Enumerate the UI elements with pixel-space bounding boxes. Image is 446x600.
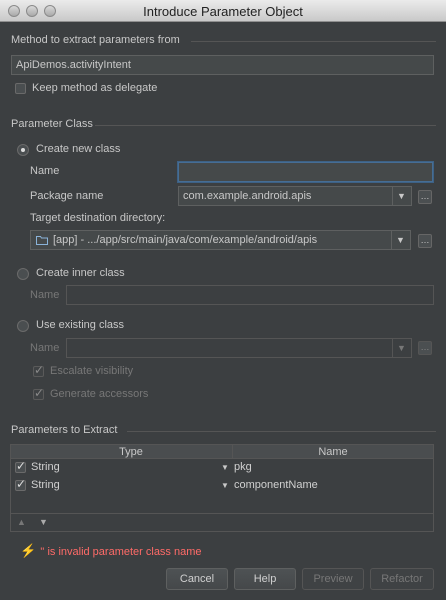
existing-class-name-label: Name <box>30 342 60 354</box>
generate-accessors-checkbox[interactable] <box>33 386 44 400</box>
separator <box>127 431 436 432</box>
method-section-header: Method to extract parameters from <box>11 34 436 48</box>
inner-class-name-label: Name <box>30 289 60 301</box>
params-section-label: Parameters to Extract <box>11 424 118 436</box>
chevron-down-icon[interactable]: ▼ <box>391 231 409 249</box>
row-name: pkg <box>234 461 252 473</box>
help-button[interactable]: Help <box>234 568 296 590</box>
package-name-label: Package name <box>30 190 104 202</box>
param-class-section-label: Parameter Class <box>11 118 93 130</box>
browse-existing-class-button[interactable]: … <box>418 341 432 355</box>
target-directory-label: Target destination directory: <box>30 212 166 224</box>
preview-button[interactable]: Preview <box>302 568 364 590</box>
browse-package-button[interactable]: … <box>418 190 432 204</box>
browse-directory-button[interactable]: … <box>418 234 432 248</box>
create-new-class-label: Create new class <box>36 143 121 155</box>
target-directory-combo[interactable]: [app] - .../app/src/main/java/com/exampl… <box>30 230 411 250</box>
table-toolbar: ▲ ▼ <box>11 513 433 531</box>
lightning-icon: ⚡ <box>20 543 37 558</box>
parameters-table: Type Name String ▼ pkg String ▼ componen… <box>10 444 434 532</box>
new-class-name-label: Name <box>30 165 60 177</box>
keep-delegate-label: Keep method as delegate <box>32 82 158 94</box>
move-up-icon[interactable]: ▲ <box>17 517 26 527</box>
column-header-name[interactable]: Name <box>233 445 433 459</box>
method-section-label: Method to extract parameters from <box>11 34 180 46</box>
new-class-name-input[interactable] <box>178 162 433 182</box>
escalate-visibility-label: Escalate visibility <box>50 365 134 377</box>
package-name-combo[interactable]: com.example.android.apis ▼ <box>178 186 412 206</box>
table-row[interactable]: String ▼ pkg <box>11 459 433 476</box>
validation-error: ⚡ '' is invalid parameter class name <box>20 543 202 559</box>
use-existing-class-label: Use existing class <box>36 319 125 331</box>
params-section-header: Parameters to Extract <box>11 424 436 438</box>
table-row[interactable]: String ▼ componentName <box>11 477 433 494</box>
row-include-checkbox[interactable] <box>15 459 26 473</box>
use-existing-class-radio[interactable] <box>17 320 29 332</box>
inner-class-name-input[interactable] <box>66 285 434 305</box>
refactor-button[interactable]: Refactor <box>370 568 434 590</box>
cancel-button[interactable]: Cancel <box>166 568 228 590</box>
chevron-down-icon[interactable]: ▼ <box>392 339 410 357</box>
separator <box>191 41 436 42</box>
target-directory-value: [app] - .../app/src/main/java/com/exampl… <box>53 234 318 246</box>
window-title: Introduce Parameter Object <box>143 4 303 19</box>
create-inner-class-radio[interactable] <box>17 268 29 280</box>
row-include-checkbox[interactable] <box>15 477 26 491</box>
chevron-down-icon[interactable]: ▼ <box>221 459 229 476</box>
table-header: Type Name <box>11 445 433 459</box>
existing-class-name-combo[interactable]: ▼ <box>66 338 412 358</box>
folder-icon <box>36 236 48 245</box>
package-name-value: com.example.android.apis <box>183 190 312 202</box>
keep-delegate-checkbox[interactable] <box>15 83 26 94</box>
chevron-down-icon[interactable]: ▼ <box>392 187 410 205</box>
row-type: String <box>31 461 60 473</box>
create-inner-class-label: Create inner class <box>36 267 125 279</box>
validation-error-text: '' is invalid parameter class name <box>40 546 202 558</box>
escalate-visibility-checkbox[interactable] <box>33 363 44 377</box>
method-field[interactable]: ApiDemos.activityIntent <box>11 55 434 75</box>
column-header-type[interactable]: Type <box>31 445 231 459</box>
row-name: componentName <box>234 479 318 491</box>
chevron-down-icon[interactable]: ▼ <box>221 477 229 494</box>
create-new-class-radio[interactable] <box>17 144 29 156</box>
generate-accessors-label: Generate accessors <box>50 388 149 400</box>
row-type: String <box>31 479 60 491</box>
move-down-icon[interactable]: ▼ <box>39 517 48 527</box>
separator <box>95 125 436 126</box>
param-class-section-header: Parameter Class <box>11 118 436 132</box>
window-titlebar: Introduce Parameter Object <box>0 0 446 22</box>
